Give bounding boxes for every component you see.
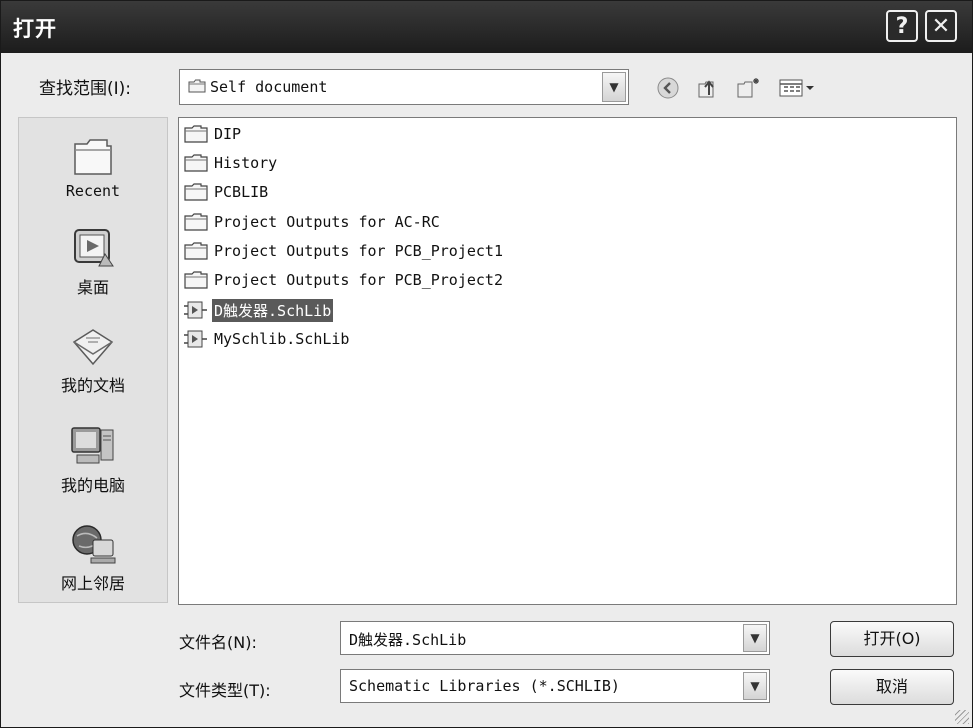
- file-name: Project Outputs for PCB_Project2: [214, 271, 503, 289]
- lookin-label: 查找范围(I):: [39, 79, 132, 99]
- folder-icon: [184, 125, 208, 143]
- open-file-dialog: 打开 ? ✕ 查找范围(I): Self document ▼ Recent 桌…: [0, 0, 973, 728]
- folder-item[interactable]: PCBLIB: [183, 180, 270, 204]
- folder-icon: [188, 79, 206, 93]
- file-name: Project Outputs for PCB_Project1: [214, 242, 503, 260]
- filename-input[interactable]: D触发器.SchLib ▼: [340, 621, 770, 655]
- place-label: 桌面: [76, 278, 109, 297]
- filetype-select[interactable]: Schematic Libraries (*.SCHLIB) ▼: [340, 669, 770, 703]
- filename-value: D触发器.SchLib: [349, 631, 467, 649]
- up-folder-icon[interactable]: [695, 75, 721, 105]
- chevron-down-icon[interactable]: ▼: [602, 72, 626, 102]
- recent-folder-icon: [74, 139, 112, 175]
- resize-grip[interactable]: [955, 710, 969, 724]
- desktop-icon: [74, 229, 114, 267]
- filetype-value: Schematic Libraries (*.SCHLIB): [349, 677, 620, 695]
- places-bar: Recent 桌面 我的文档 我的电脑 网上邻居: [18, 117, 168, 603]
- schlib-file-icon: [184, 330, 207, 348]
- file-name: D触发器.SchLib: [212, 298, 334, 322]
- chevron-down-icon[interactable]: ▼: [743, 624, 767, 652]
- title-bar[interactable]: 打开 ? ✕: [1, 1, 972, 53]
- place-label: 我的文档: [60, 376, 125, 395]
- cancel-button[interactable]: 取消: [830, 669, 954, 705]
- back-icon[interactable]: [655, 75, 681, 105]
- lookin-value: Self document: [210, 78, 328, 96]
- file-name: History: [214, 154, 278, 172]
- new-folder-icon[interactable]: [735, 75, 763, 105]
- place-label: 我的电脑: [60, 476, 125, 495]
- place-my-computer[interactable]: 我的电脑: [19, 422, 167, 496]
- folder-item[interactable]: History: [183, 151, 279, 175]
- file-name: PCBLIB: [214, 183, 269, 201]
- folder-icon: [184, 271, 208, 289]
- file-name: Project Outputs for AC-RC: [214, 213, 440, 231]
- my-computer-icon: [71, 427, 114, 464]
- place-label: 网上邻居: [60, 574, 125, 593]
- folder-icon: [184, 213, 208, 231]
- schlib-file-item[interactable]: MySchlib.SchLib: [183, 327, 351, 351]
- dialog-title: 打开: [13, 17, 57, 41]
- network-icon: [72, 525, 116, 564]
- folder-icon: [184, 154, 208, 172]
- close-button[interactable]: ✕: [925, 10, 957, 42]
- file-name: MySchlib.SchLib: [214, 330, 350, 348]
- open-button[interactable]: 打开(O): [830, 621, 954, 657]
- my-documents-icon: [72, 329, 114, 366]
- schlib-file-icon: [184, 301, 207, 319]
- filename-label: 文件名(N):: [179, 633, 257, 652]
- place-my-documents[interactable]: 我的文档: [19, 324, 167, 396]
- lookin-combobox[interactable]: Self document ▼: [179, 69, 629, 105]
- view-menu-icon[interactable]: [777, 75, 819, 105]
- place-label: Recent: [65, 182, 121, 200]
- place-network[interactable]: 网上邻居: [19, 520, 167, 594]
- folder-item[interactable]: DIP: [183, 122, 243, 146]
- schlib-file-item-selected[interactable]: D触发器.SchLib: [183, 298, 334, 322]
- folder-item[interactable]: Project Outputs for PCB_Project2: [183, 268, 505, 292]
- filetype-label: 文件类型(T):: [179, 681, 271, 700]
- folder-item[interactable]: Project Outputs for PCB_Project1: [183, 239, 505, 263]
- place-recent[interactable]: Recent: [19, 134, 167, 200]
- file-list[interactable]: DIP History PCBLIB Project Outputs for A…: [178, 117, 957, 605]
- folder-icon: [184, 183, 208, 201]
- folder-icon: [184, 242, 208, 260]
- folder-item[interactable]: Project Outputs for AC-RC: [183, 210, 442, 234]
- place-desktop[interactable]: 桌面: [19, 226, 167, 298]
- help-button[interactable]: ?: [886, 10, 918, 42]
- file-name: DIP: [214, 125, 242, 143]
- chevron-down-icon[interactable]: ▼: [743, 672, 767, 700]
